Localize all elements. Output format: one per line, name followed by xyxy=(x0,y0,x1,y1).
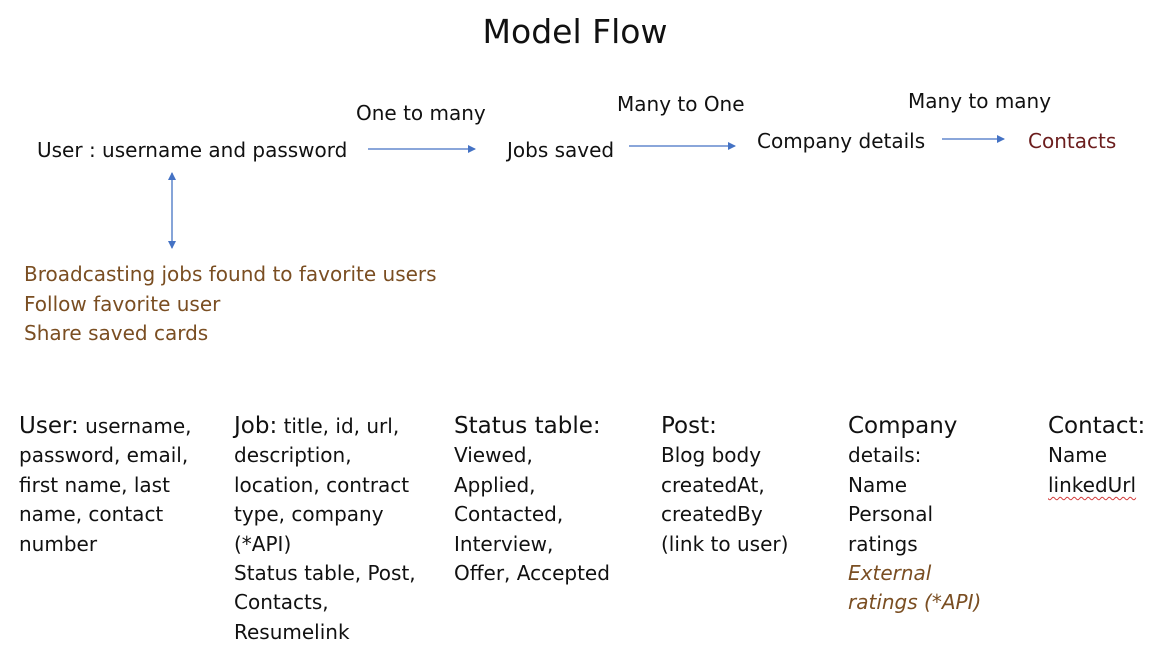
model-job-line: (*API) xyxy=(234,531,292,556)
model-job-line: Resumelink xyxy=(234,619,350,644)
model-post: Post: Blog body createdAt, createdBy (li… xyxy=(661,412,788,559)
model-post-line: createdAt, xyxy=(661,472,765,497)
model-status-line: Offer, Accepted xyxy=(454,561,610,586)
model-user-head: User: xyxy=(19,413,79,439)
model-contact: Contact: Name linkedUrl xyxy=(1048,412,1145,500)
model-job-head: Job: xyxy=(234,413,278,439)
model-status-line: Applied, xyxy=(454,472,536,497)
model-post-head: Post: xyxy=(661,413,717,439)
model-user-line: password, email, xyxy=(19,443,189,468)
model-post-line: Blog body xyxy=(661,443,762,468)
model-job-line: Status table, Post, xyxy=(234,561,416,586)
model-company-line: details: xyxy=(848,443,922,468)
model-post-line: createdBy xyxy=(661,502,763,527)
model-user-line: username, xyxy=(78,414,192,438)
feature-follow: Follow favorite user xyxy=(24,291,221,316)
model-company-head: Company xyxy=(848,413,958,439)
model-company-external: External xyxy=(848,561,932,586)
model-status-line: Contacted, xyxy=(454,502,564,527)
relation-one-to-many: One to many xyxy=(356,101,486,125)
model-company-line: Name xyxy=(848,472,908,497)
model-user-line: first name, last xyxy=(19,472,170,497)
feature-broadcasting: Broadcasting jobs found to favorite user… xyxy=(24,262,437,286)
node-contacts: Contacts xyxy=(1028,129,1117,153)
node-user: User : username and password xyxy=(37,138,348,162)
model-job: Job: title, id, url, description, locati… xyxy=(234,412,416,647)
model-company: Company details: Name Personal ratings E… xyxy=(848,412,981,618)
model-job-line: type, company xyxy=(234,502,384,527)
relation-many-to-many: Many to many xyxy=(908,89,1052,113)
model-job-line: Contacts, xyxy=(234,590,329,615)
node-jobs-saved: Jobs saved xyxy=(507,138,615,162)
model-status-line: Viewed, xyxy=(454,443,533,468)
model-status-head: Status table: xyxy=(454,413,601,439)
model-job-line: description, xyxy=(234,443,352,468)
model-contact-line: linkedUrl xyxy=(1048,472,1137,497)
model-job-line: location, contract xyxy=(234,472,410,497)
user-features-list: Broadcasting jobs found to favorite user… xyxy=(24,260,437,349)
model-status-table: Status table: Viewed, Applied, Contacted… xyxy=(454,412,610,588)
model-contact-head: Contact: xyxy=(1048,413,1146,439)
model-user-line: number xyxy=(19,531,98,556)
model-company-line: ratings xyxy=(848,531,918,556)
feature-share: Share saved cards xyxy=(24,321,209,345)
model-contact-line: Name xyxy=(1048,443,1108,468)
model-user-line: name, contact xyxy=(19,502,164,527)
relation-many-to-one: Many to One xyxy=(617,92,745,116)
model-status-line: Interview, xyxy=(454,531,554,556)
model-user: User: username, password, email, first n… xyxy=(19,412,192,559)
model-company-line: Personal xyxy=(848,502,934,527)
node-company-details: Company details xyxy=(757,129,926,153)
model-post-line: (link to user) xyxy=(661,531,789,556)
model-company-external: ratings (*API) xyxy=(848,590,982,615)
model-job-line: title, id, url, xyxy=(277,414,400,438)
